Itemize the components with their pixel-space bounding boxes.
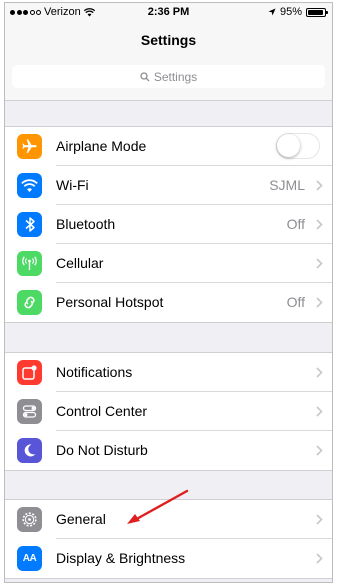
chevron-right-icon: [316, 297, 323, 308]
settings-group-connectivity: Airplane Mode Wi-Fi SJML Bluetooth Off C…: [5, 126, 332, 323]
search-icon: [140, 71, 150, 81]
settings-row-personal-hotspot[interactable]: Personal Hotspot Off: [5, 283, 332, 322]
settings-row-label: Bluetooth: [56, 216, 116, 232]
control-center-icon: [17, 399, 42, 424]
display-brightness-icon-text: AA: [22, 553, 37, 564]
settings-row-label: Display & Brightness: [56, 550, 186, 566]
settings-row-airplane-mode: Airplane Mode: [5, 127, 332, 166]
hotspot-icon: [17, 290, 42, 315]
chevron-right-icon: [316, 219, 323, 230]
chevron-right-icon: [316, 180, 323, 191]
display-brightness-icon: AA: [17, 546, 42, 571]
page-title: Settings: [140, 32, 197, 48]
settings-row-do-not-disturb[interactable]: Do Not Disturb: [5, 431, 332, 470]
status-right: 95%: [268, 6, 328, 18]
bluetooth-icon: [17, 212, 42, 237]
settings-group-notifications: Notifications Control Center Do Not Dist…: [5, 352, 332, 471]
moon-icon: [17, 438, 42, 463]
chevron-right-icon: [316, 553, 323, 564]
notifications-icon: [17, 360, 42, 385]
settings-row-value: Off: [286, 216, 305, 232]
search-placeholder: Settings: [153, 69, 198, 84]
settings-row-label: Personal Hotspot: [56, 294, 164, 310]
settings-row-wifi[interactable]: Wi-Fi SJML: [5, 166, 332, 205]
airplane-mode-toggle[interactable]: [276, 133, 320, 159]
settings-row-notifications[interactable]: Notifications: [5, 353, 332, 392]
battery-icon: [306, 7, 328, 17]
airplane-icon: [17, 134, 42, 159]
annotation-arrow: [127, 489, 189, 524]
chevron-right-icon: [316, 445, 323, 456]
settings-row-value: SJML: [269, 177, 305, 193]
settings-row-value: Off: [286, 294, 305, 310]
search-input[interactable]: Settings: [12, 65, 325, 88]
gear-icon: [17, 507, 42, 532]
battery-percent: 95%: [279, 6, 302, 18]
settings-row-label: General: [56, 511, 106, 527]
location-arrow-icon: [268, 8, 276, 16]
settings-row-label: Notifications: [56, 364, 133, 380]
settings-row-label: Cellular: [56, 255, 104, 271]
settings-row-cellular[interactable]: Cellular: [5, 244, 332, 283]
settings-row-label: Control Center: [56, 403, 148, 419]
cellular-icon: [17, 251, 42, 276]
settings-row-label: Wi-Fi: [56, 177, 89, 193]
chevron-right-icon: [316, 367, 323, 378]
chevron-right-icon: [316, 406, 323, 417]
status-bar: Verizon 2:36 PM 95%: [5, 3, 332, 23]
settings-row-label: Do Not Disturb: [56, 442, 148, 458]
phone-screen: Verizon 2:36 PM 95% Settings Settings Ai…: [4, 2, 333, 583]
chevron-right-icon: [316, 514, 323, 525]
settings-row-label: Airplane Mode: [56, 138, 147, 154]
wifi-icon: [17, 173, 42, 198]
chevron-right-icon: [316, 258, 323, 269]
settings-row-display-brightness[interactable]: AA Display & Brightness: [5, 539, 332, 578]
settings-row-bluetooth[interactable]: Bluetooth Off: [5, 205, 332, 244]
navigation-bar: Settings Settings: [5, 23, 332, 101]
settings-row-control-center[interactable]: Control Center: [5, 392, 332, 431]
